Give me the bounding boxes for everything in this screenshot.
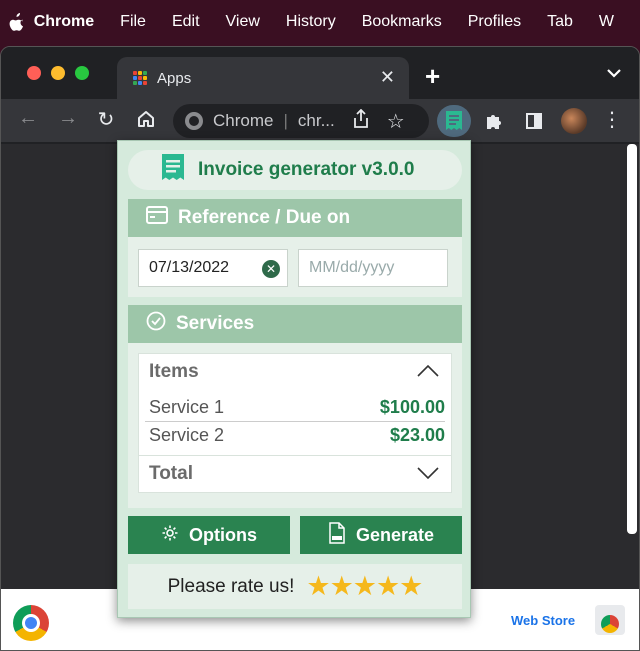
tab-apps[interactable]: Apps ✕ [117,57,409,99]
total-accordion-header[interactable]: Total [139,456,451,492]
service-line: Service 2 $23.00 [139,422,451,449]
reference-panel: Reference / Due on 07/13/2022 ✕ MM/dd/yy… [128,199,462,297]
back-arrow-icon[interactable]: ← [15,107,41,130]
services-panel: Services Items Service 1 $100.00 Service… [128,305,462,508]
service-line: Service 1 $100.00 [139,394,451,421]
chrome-logo-icon [13,605,49,641]
reference-date-input[interactable]: 07/13/2022 ✕ [138,249,288,287]
webstore-link[interactable]: Web Store [511,613,575,628]
menu-window[interactable]: W [599,13,614,31]
service-amount: $100.00 [379,397,445,417]
reference-date-value: 07/13/2022 [149,259,230,276]
forward-arrow-icon[interactable]: → [55,107,81,130]
rate-us-bar: Please rate us! ★★★★★ [128,564,462,609]
browser-toolbar: ← → ↻ Chrome | chr... ☆ ⋮ [1,99,639,143]
menu-tab[interactable]: Tab [547,13,573,31]
apple-icon[interactable] [0,12,34,32]
extension-popup: Invoice generator v3.0.0 Reference / Due… [117,140,471,618]
close-tab-icon[interactable]: ✕ [380,67,395,88]
side-panel-icon[interactable] [517,105,551,137]
rate-text: Please rate us! [167,575,295,597]
tab-title: Apps [157,69,192,87]
webstore-icon[interactable] [595,605,625,635]
menu-history[interactable]: History [286,13,336,31]
popup-header: Invoice generator v3.0.0 [128,150,462,190]
apps-grid-icon [133,71,147,85]
options-button[interactable]: Options [128,516,290,554]
bookmark-star-icon[interactable]: ☆ [387,109,405,134]
options-label: Options [189,524,257,545]
chrome-menu-icon[interactable]: ⋮ [599,107,625,132]
check-circle-icon [146,311,166,337]
reference-panel-header: Reference / Due on [128,199,462,237]
close-window-button[interactable] [27,66,41,80]
service-name: Service 2 [149,425,225,445]
chevron-down-icon [417,463,439,485]
menu-view[interactable]: View [226,13,260,31]
due-date-input[interactable]: MM/dd/yyyy [298,249,448,287]
mac-menubar: Chrome File Edit View History Bookmarks … [0,0,640,44]
new-tab-button[interactable]: + [425,61,440,92]
tab-search-chevron-icon[interactable] [607,65,621,81]
receipt-icon [158,152,188,188]
chrome-site-icon [185,112,203,130]
chevron-up-icon [417,361,439,383]
items-label: Items [149,361,199,382]
clear-date-icon[interactable]: ✕ [262,260,280,278]
services-panel-title: Services [176,313,255,334]
services-panel-header: Services [128,305,462,343]
reload-icon[interactable]: ↻ [93,107,119,132]
omnibox-label: Chrome [213,111,274,130]
service-amount: $23.00 [389,425,445,445]
services-accordion: Items Service 1 $100.00 Service 2 $23.00… [138,353,452,493]
card-icon [146,206,168,230]
minimize-window-button[interactable] [51,66,65,80]
total-label: Total [149,463,193,484]
due-date-placeholder: MM/dd/yyyy [309,259,395,276]
omnibox[interactable]: Chrome | chr... ☆ [173,104,429,138]
home-icon[interactable] [133,109,159,135]
popup-title: Invoice generator v3.0.0 [198,159,415,180]
profile-avatar[interactable] [557,105,591,137]
rating-stars[interactable]: ★★★★★ [306,571,423,602]
service-name: Service 1 [149,397,225,417]
items-accordion-header[interactable]: Items [139,354,451,390]
generate-button[interactable]: Generate [300,516,462,554]
extensions-puzzle-icon[interactable] [477,105,511,137]
invoice-extension-icon[interactable] [437,105,471,137]
share-icon[interactable] [353,108,369,134]
zoom-window-button[interactable] [75,66,89,80]
pdf-file-icon [328,521,346,549]
menu-profiles[interactable]: Profiles [468,13,521,31]
generate-label: Generate [355,524,435,545]
tab-strip: Apps ✕ + [1,47,639,99]
menu-bookmarks[interactable]: Bookmarks [362,13,442,31]
vertical-scrollbar[interactable] [627,144,637,534]
menu-edit[interactable]: Edit [172,13,200,31]
gear-icon [161,524,179,547]
menu-file[interactable]: File [120,13,146,31]
reference-panel-title: Reference / Due on [178,207,351,228]
omnibox-url: chr... [297,111,335,130]
menu-app-name[interactable]: Chrome [34,13,94,31]
